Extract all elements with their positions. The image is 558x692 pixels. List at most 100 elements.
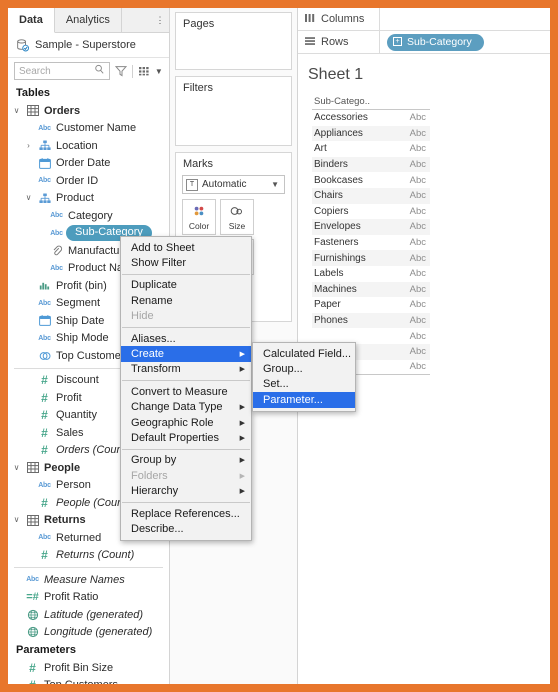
field-item-product[interactable]: ∨ Product (8, 190, 169, 208)
field-item-order-date[interactable]: Order Date (8, 155, 169, 173)
table-row[interactable]: Appliances Abc (312, 125, 430, 142)
field-item-profit-bin-size[interactable]: # Profit Bin Size (8, 659, 169, 677)
menu-item-add-to-sheet[interactable]: Add to Sheet (121, 240, 251, 255)
field-item-category[interactable]: Abc Category (8, 207, 169, 225)
menu-item-label: Group... (263, 363, 303, 376)
chevron-down-icon[interactable]: ∨ (12, 106, 21, 115)
table-row[interactable]: Accessories Abc (312, 110, 430, 126)
table-row[interactable]: Paper Abc (312, 297, 430, 313)
chevron-down-icon[interactable]: ▼ (155, 64, 163, 79)
pill-sub-category[interactable]: + Sub-Category (387, 33, 484, 51)
field-item-top-customers[interactable]: # Top Customers (8, 677, 169, 684)
menu-item-geographic-role[interactable]: Geographic Role ▶ (121, 415, 251, 430)
menu-item-create[interactable]: Create ▶ (121, 346, 251, 362)
menu-item-aliases[interactable]: Aliases... (121, 331, 251, 346)
field-label: Measure Names (44, 573, 125, 586)
menu-item-convert-to-measure[interactable]: Convert to Measure (121, 384, 251, 399)
field-item-longitude-generated[interactable]: Longitude (generated) (8, 624, 169, 642)
tab-analytics[interactable]: Analytics (54, 8, 122, 33)
rows-drop-zone[interactable]: + Sub-Category (380, 31, 550, 53)
row-label: Bookcases (314, 174, 363, 186)
field-item-profit-ratio[interactable]: =# Profit Ratio (8, 589, 169, 607)
field-label: Returns (44, 514, 86, 527)
table-row[interactable]: Copiers Abc (312, 204, 430, 220)
hash-icon: # (41, 443, 48, 458)
table-row[interactable]: Furnishings Abc (312, 250, 430, 266)
columns-drop-zone[interactable] (380, 8, 550, 30)
chevron-down-icon[interactable]: ∨ (12, 463, 21, 472)
filter-icon[interactable] (114, 64, 127, 79)
menu-item-default-properties[interactable]: Default Properties ▶ (121, 430, 251, 445)
create-submenu[interactable]: Calculated Field... Group... Set... Paramet… (252, 342, 356, 412)
menu-item-label: Replace References... (131, 507, 240, 520)
row-value: Abc (409, 346, 426, 358)
field-item-order-id[interactable]: Abc Order ID (8, 172, 169, 190)
field-item-customer-name[interactable]: Abc Customer Name (8, 120, 169, 138)
calc-measure-icon: =# (26, 590, 39, 603)
menu-item-hierarchy[interactable]: Hierarchy ▶ (121, 483, 251, 498)
chevron-right-icon[interactable]: › (24, 141, 33, 150)
table-row[interactable]: Phones Abc (312, 312, 430, 329)
search-box[interactable] (14, 62, 110, 81)
field-label: Latitude (generated) (44, 608, 144, 621)
viz-table: Sub-Catego.. Accessories Abc Appliances Abc… (312, 95, 430, 376)
marks-button-color[interactable]: Color (182, 199, 216, 235)
table-row[interactable]: Bookcases Abc (312, 172, 430, 188)
chevron-down-icon[interactable]: ∨ (12, 516, 21, 524)
abc-icon: Abc (38, 177, 51, 185)
menu-item-transform[interactable]: Transform ▶ (121, 362, 251, 377)
menu-item-duplicate[interactable]: Duplicate (121, 278, 251, 293)
datasource-row[interactable]: Sample - Superstore (8, 33, 169, 58)
row-label: Machines (314, 283, 357, 295)
plus-box-icon[interactable]: + (393, 37, 402, 46)
calendar-icon (38, 315, 51, 327)
menu-item-describe[interactable]: Describe... (121, 521, 251, 536)
field-item-measure-names[interactable]: Abc Measure Names (8, 571, 169, 589)
field-label: Location (56, 139, 98, 152)
menu-item-set[interactable]: Set... (253, 377, 355, 392)
field-item-location[interactable]: › Location (8, 137, 169, 155)
field-item-latitude-generated[interactable]: Latitude (generated) (8, 606, 169, 624)
menu-item-change-data-type[interactable]: Change Data Type ▶ (121, 400, 251, 415)
field-label: People (44, 461, 81, 474)
link-icon (50, 245, 63, 257)
size-circles-icon (229, 204, 245, 219)
table-row[interactable]: Envelopes Abc (312, 219, 430, 235)
table-row[interactable]: Chairs Abc (312, 187, 430, 204)
menu-item-group[interactable]: Group... (253, 361, 355, 376)
table-row[interactable]: Machines Abc (312, 281, 430, 298)
filters-card[interactable]: Filters (175, 76, 292, 146)
field-item-orders[interactable]: ∨ Orders (8, 102, 169, 120)
grid-view-icon[interactable] (138, 64, 150, 79)
marks-button-label: Color (188, 220, 210, 231)
menu-item-rename[interactable]: Rename (121, 293, 251, 308)
chevron-down-icon[interactable]: ∨ (24, 194, 33, 202)
field-label: Order ID (56, 174, 99, 187)
pages-card[interactable]: Pages (175, 12, 292, 70)
submenu-arrow-icon: ▶ (239, 472, 245, 480)
hash-icon: # (41, 390, 48, 405)
table-icon (26, 514, 39, 526)
menu-item-parameter[interactable]: Parameter... (253, 392, 355, 408)
table-row[interactable]: Labels Abc (312, 266, 430, 282)
table-row[interactable]: Fasteners Abc (312, 235, 430, 251)
menu-item-group-by[interactable]: Group by ▶ (121, 453, 251, 468)
search-input[interactable] (19, 65, 94, 77)
field-context-menu[interactable]: Add to Sheet Show Filter Duplicate Rename Hi… (120, 236, 252, 541)
updown-chevron-icon[interactable]: ⋮ (151, 8, 169, 33)
table-row[interactable]: Art Abc (312, 141, 430, 157)
menu-item-calculated-field[interactable]: Calculated Field... (253, 346, 355, 361)
menu-item-show-filter[interactable]: Show Filter (121, 255, 251, 270)
chevron-down-icon[interactable]: ▼ (271, 180, 281, 189)
marks-button-size[interactable]: Size (220, 199, 254, 235)
row-value: Abc (409, 283, 426, 295)
tab-data[interactable]: Data (8, 8, 55, 34)
submenu-arrow-icon: ▶ (239, 404, 245, 412)
field-item-returns-count[interactable]: # Returns (Count) (8, 547, 169, 565)
table-icon (26, 105, 39, 117)
mark-type-select[interactable]: T Automatic ▼ (182, 175, 285, 194)
row-value: Abc (409, 315, 426, 327)
table-row[interactable]: Binders Abc (312, 156, 430, 173)
menu-item-replace-references[interactable]: Replace References... (121, 506, 251, 521)
pill-sub-category-label: Sub-Category (407, 35, 472, 48)
